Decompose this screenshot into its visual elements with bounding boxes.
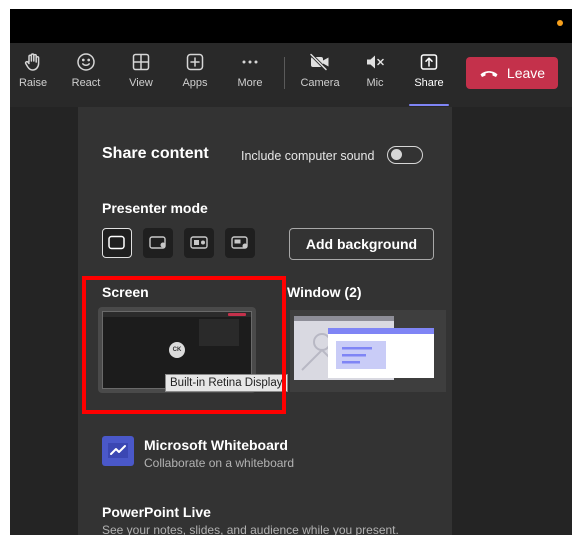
- camera-button[interactable]: Camera: [297, 52, 343, 89]
- raise-label: Raise: [18, 77, 48, 89]
- leave-label: Leave: [506, 65, 546, 81]
- presenter-mode-content-only[interactable]: [102, 228, 132, 258]
- screen-highlight-box: [82, 276, 286, 414]
- share-label: Share: [414, 77, 444, 89]
- reporter-icon: [231, 236, 248, 249]
- mic-label: Mic: [366, 77, 384, 89]
- toolbar-divider: [284, 57, 285, 89]
- share-button[interactable]: Share: [406, 52, 452, 106]
- whiteboard-logo-icon: [108, 443, 128, 458]
- more-button[interactable]: More: [227, 52, 273, 89]
- side-by-side-icon: [190, 236, 208, 249]
- view-label: View: [129, 77, 153, 89]
- whiteboard-icon[interactable]: [102, 436, 134, 466]
- plus-square-icon: [186, 53, 204, 71]
- grid-icon: [132, 53, 150, 71]
- react-button[interactable]: React: [63, 52, 109, 89]
- content-only-icon: [108, 235, 125, 250]
- status-dot: [557, 20, 563, 26]
- powerpoint-live-title[interactable]: PowerPoint Live: [102, 504, 211, 520]
- apps-button[interactable]: Apps: [172, 52, 218, 89]
- presenter-mode-heading: Presenter mode: [102, 200, 208, 216]
- hangup-phone-icon: [480, 71, 498, 77]
- presenter-mode-side-by-side[interactable]: [184, 228, 214, 258]
- window-illustration-icon: [294, 316, 434, 380]
- share-content-panel: Share content Include computer sound Pre…: [78, 107, 452, 535]
- smiley-icon: [77, 53, 95, 71]
- view-button[interactable]: View: [118, 52, 164, 89]
- add-background-button[interactable]: Add background: [289, 228, 434, 260]
- toggle-knob: [391, 149, 402, 160]
- window-heading: Window (2): [287, 284, 362, 300]
- ellipsis-icon: [242, 60, 258, 64]
- share-content-title: Share content: [102, 145, 209, 162]
- mic-button[interactable]: Mic: [352, 52, 398, 89]
- title-bar: [10, 9, 572, 43]
- include-sound-label: Include computer sound: [241, 149, 375, 163]
- react-label: React: [71, 77, 101, 89]
- window-thumbnail[interactable]: [290, 310, 446, 392]
- standout-icon: [149, 236, 166, 249]
- apps-label: Apps: [182, 77, 208, 89]
- share-active-indicator: [409, 104, 449, 106]
- raise-button[interactable]: Raise: [10, 52, 56, 89]
- camera-off-icon: [309, 52, 329, 72]
- camera-label: Camera: [300, 77, 340, 89]
- teams-meeting-window: Raise React View Apps More Camera Mic Sh…: [10, 9, 572, 535]
- powerpoint-live-subtitle: See your notes, slides, and audience whi…: [102, 523, 399, 535]
- more-label: More: [237, 77, 263, 89]
- include-sound-toggle[interactable]: [387, 146, 423, 164]
- share-tray-icon: [420, 54, 438, 70]
- meeting-toolbar: Raise React View Apps More Camera Mic Sh…: [10, 43, 572, 107]
- hand-icon: [24, 53, 40, 71]
- leave-button[interactable]: Leave: [466, 57, 558, 89]
- whiteboard-subtitle: Collaborate on a whiteboard: [144, 456, 295, 470]
- mic-muted-icon: [367, 55, 384, 69]
- presenter-mode-reporter[interactable]: [225, 228, 255, 258]
- whiteboard-title[interactable]: Microsoft Whiteboard: [144, 437, 288, 453]
- presenter-mode-standout[interactable]: [143, 228, 173, 258]
